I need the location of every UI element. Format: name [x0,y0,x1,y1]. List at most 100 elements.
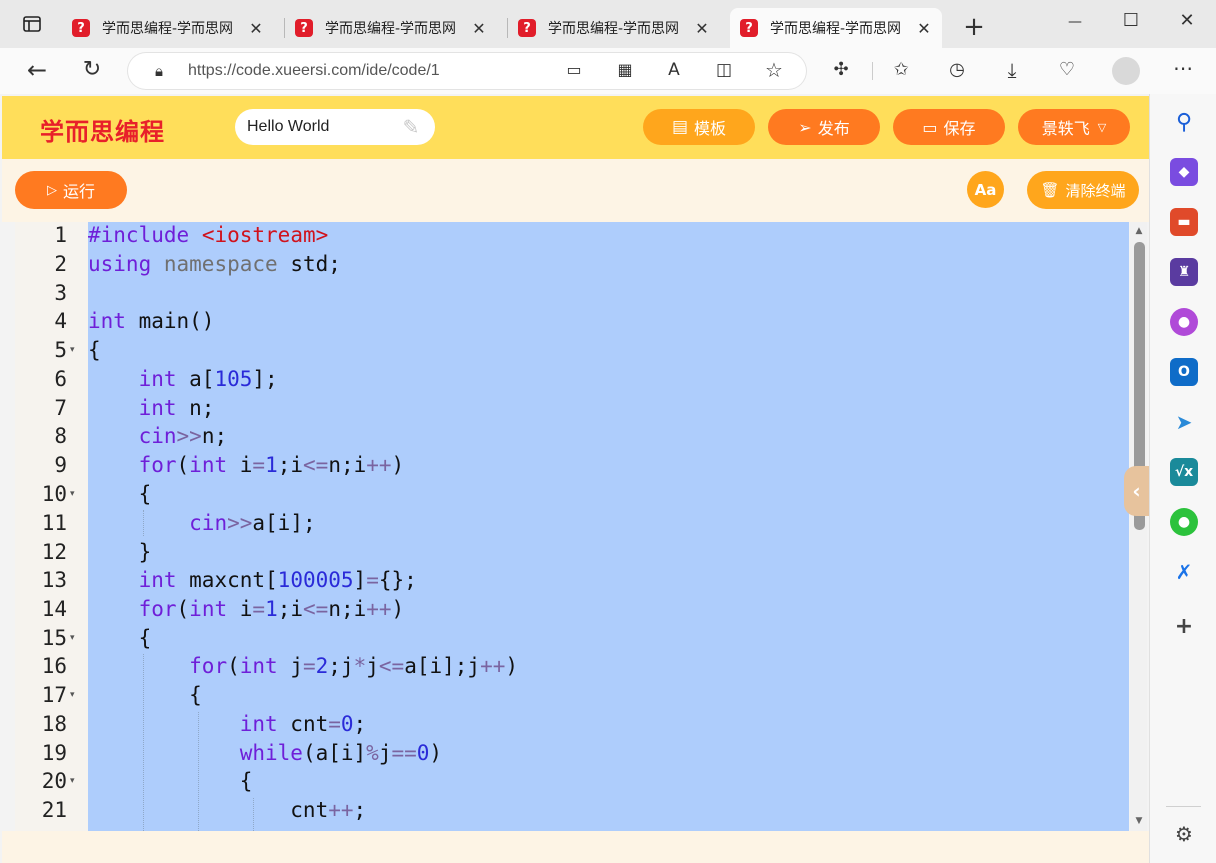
line-number: 9 [54,453,67,477]
new-tab-icon[interactable]: + [960,14,988,42]
settings-gear-icon[interactable]: ⚙ [1170,820,1198,848]
microsoft-365-icon[interactable]: ● [1170,308,1198,336]
wechat-icon[interactable]: ● [1170,508,1198,536]
fold-arrow-icon[interactable]: ▾ [70,624,75,653]
code-line[interactable]: int main() [88,307,214,336]
qr-code-icon[interactable]: ▦ [613,58,637,82]
minimize-icon[interactable]: — [1063,10,1087,34]
code-line[interactable]: { [88,767,253,796]
indent-guide [253,798,254,831]
code-line[interactable]: { [88,624,152,653]
tab-close-icon[interactable]: ✕ [471,19,487,38]
history-icon[interactable]: ◷ [945,58,969,82]
code-line[interactable]: { [88,681,202,710]
browser-tab[interactable]: ? 学而思编程-学而思网 ✕ [508,8,720,48]
font-size-button[interactable]: Aa [967,171,1004,208]
favorites-icon[interactable]: ✩ [889,58,913,82]
browser-tab[interactable]: ? 学而思编程-学而思网 ✕ [285,8,497,48]
tab-actions-icon[interactable] [20,14,44,38]
code-line[interactable]: { [88,336,101,365]
browser-tab[interactable]: ? 学而思编程-学而思网 ✕ [62,8,274,48]
outlook-icon[interactable]: O [1170,358,1198,386]
performance-icon[interactable]: ♡ [1055,58,1079,82]
code-line[interactable]: cin>>n; [88,422,228,451]
code-line[interactable]: for(int i=1;i<=n;i++) [88,595,405,624]
template-button[interactable]: ▤ 模板 [643,109,755,145]
maximize-icon[interactable]: ☐ [1119,9,1143,33]
code-line[interactable]: cnt++; [88,796,366,825]
code-line[interactable]: int maxcnt[100005]={}; [88,566,417,595]
add-sidebar-icon[interactable]: + [1170,612,1198,640]
line-number: 7 [54,396,67,420]
app-available-icon[interactable]: ▭ [562,58,586,82]
scroll-up-icon[interactable]: ▲ [1131,224,1147,238]
code-line[interactable]: { [88,480,152,509]
app-icon[interactable]: ✗ [1170,558,1198,586]
line-number: 12 [41,540,67,564]
play-icon: ▷ [46,182,57,198]
edit-pencil-icon[interactable]: ✎ [399,115,423,139]
run-label: 运行 [62,182,95,201]
run-button[interactable]: ▷ 运行 [15,171,127,209]
tab-close-icon[interactable]: ✕ [248,19,264,38]
code-line[interactable]: for(int i=1;i<=n;i++) [88,451,405,480]
send-plane-icon[interactable]: ➤ [1170,408,1198,436]
publish-button[interactable]: ➢ 发布 [768,109,880,145]
toolbar-divider [872,62,873,80]
tools-icon[interactable]: ▬ [1170,208,1198,236]
split-screen-icon[interactable]: ◫ [712,58,736,82]
fold-arrow-icon[interactable]: ▾ [70,767,75,796]
template-label: 模板 [694,119,727,138]
sidebar-divider [1166,806,1201,807]
fold-arrow-icon[interactable]: ▾ [70,336,75,365]
math-solver-icon[interactable]: √x [1170,458,1198,486]
tab-close-icon[interactable]: ✕ [694,19,710,38]
tab-title: 学而思编程-学而思网 [770,21,902,37]
tab-title: 学而思编程-学而思网 [548,21,680,37]
tab-close-icon[interactable]: ✕ [916,19,932,38]
read-aloud-icon[interactable]: A [662,58,686,82]
refresh-icon[interactable]: ↻ [79,58,105,82]
games-icon[interactable]: ♜ [1170,258,1198,286]
line-number: 16 [41,654,67,678]
downloads-icon[interactable]: ⤓ [1000,58,1024,82]
code-line[interactable]: int a[105]; [88,365,278,394]
collapse-panel-icon[interactable]: ‹ [1124,466,1149,516]
user-menu-button[interactable]: 景轶飞 ▽ [1018,109,1130,145]
profile-avatar[interactable] [1112,57,1140,85]
line-number: 11 [41,511,67,535]
save-button[interactable]: ▭ 保存 [893,109,1005,145]
code-line[interactable]: cin>>a[i]; [88,509,315,538]
url-text[interactable]: https://code.xueersi.com/ide/code/1 [188,62,440,80]
browser-tab-active[interactable]: ? 学而思编程-学而思网 ✕ [730,8,942,48]
site-favicon-icon: ? [295,19,313,37]
project-title-text[interactable]: Hello World [247,118,329,136]
site-logo[interactable]: 学而思编程 [40,112,165,147]
close-window-icon[interactable]: ✕ [1175,9,1199,33]
extensions-icon[interactable]: ✣ [829,58,853,82]
scroll-down-icon[interactable]: ▼ [1131,814,1147,828]
code-line[interactable]: int cnt=0; [88,710,366,739]
search-icon[interactable]: ⚲ [1170,108,1198,136]
code-line[interactable]: using namespace std; [88,250,341,279]
editor-bottom-bar [2,831,1149,863]
code-line[interactable] [88,279,101,308]
tab-title: 学而思编程-学而思网 [102,21,234,37]
line-number: 17 [41,683,67,707]
line-number: 14 [41,597,67,621]
favorite-star-icon[interactable]: ☆ [762,58,786,82]
code-line[interactable]: } [88,538,152,567]
clear-terminal-button[interactable]: 🗑︎ 清除终端 [1027,171,1139,209]
code-line[interactable]: for(int j=2;j*j<=a[i];j++) [88,652,518,681]
fold-arrow-icon[interactable]: ▾ [70,681,75,710]
back-icon[interactable]: ← [24,58,50,82]
code-line[interactable]: int n; [88,394,215,423]
line-number: 1 [54,223,67,247]
line-number: 13 [41,568,67,592]
site-favicon-icon: ? [518,19,536,37]
shopping-tag-icon[interactable]: ◆ [1170,158,1198,186]
more-menu-icon[interactable]: ⋯ [1170,56,1196,80]
fold-arrow-icon[interactable]: ▾ [70,480,75,509]
code-line[interactable]: while(a[i]%j==0) [88,739,442,768]
code-line[interactable]: #include <iostream> [88,221,328,250]
